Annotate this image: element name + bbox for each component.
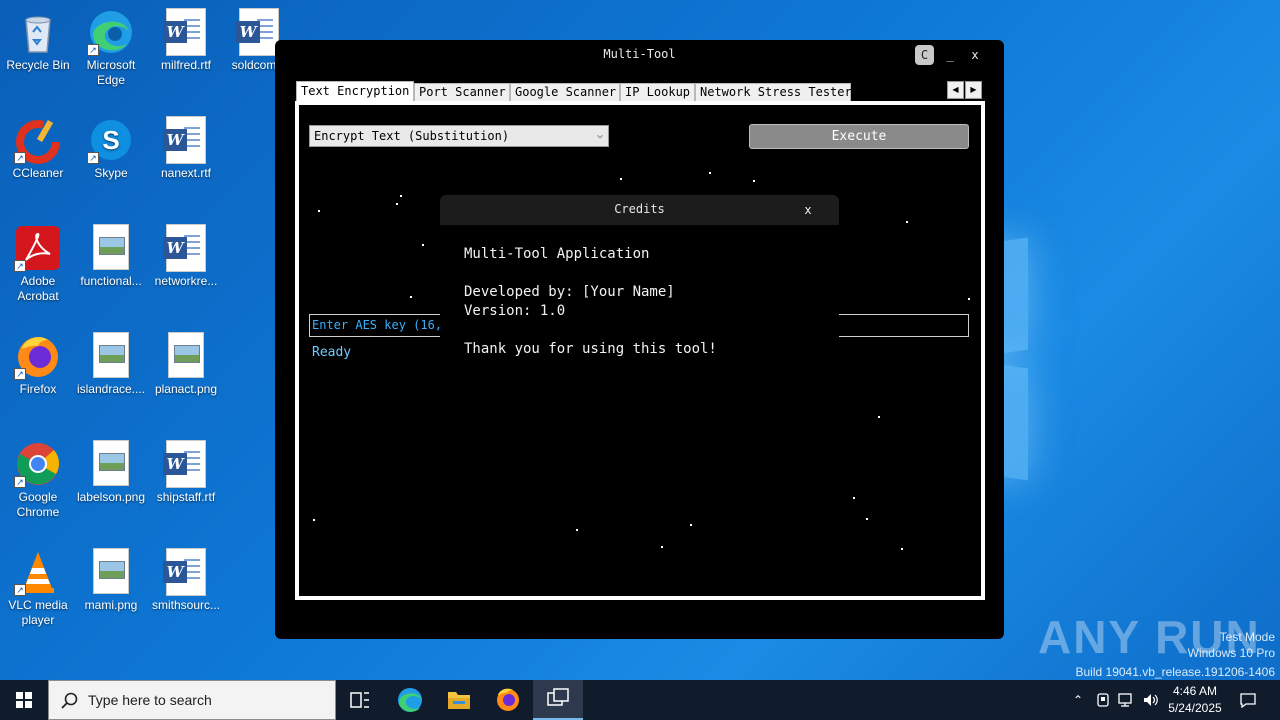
desktop-icon-planact-png[interactable]: planact.png [148, 332, 224, 397]
word-document-icon: W [163, 224, 206, 272]
start-button[interactable] [0, 680, 48, 720]
desktop-icon-labelson-png[interactable]: labelson.png [73, 440, 149, 505]
word-document-icon: W [163, 116, 206, 164]
close-button[interactable]: x [965, 45, 985, 65]
credits-thanks: Thank you for using this tool! [464, 341, 717, 357]
tab-google-scanner[interactable]: Google Scanner [510, 83, 620, 102]
app-window-icon [547, 688, 569, 706]
svg-text:S: S [102, 125, 119, 155]
tab-scroll-right-icon[interactable]: ▶ [965, 81, 982, 99]
execute-button[interactable]: Execute [749, 124, 969, 149]
taskbar-firefox-button[interactable] [484, 680, 532, 720]
tab-scroll-left-icon[interactable]: ◀ [947, 81, 964, 99]
tab-port-scanner[interactable]: Port Scanner [414, 83, 510, 102]
window-c-button[interactable]: C [915, 45, 934, 65]
desktop-icon-mami-png[interactable]: mami.png [73, 548, 149, 613]
desktop-icon-islandrace[interactable]: islandrace.... [73, 332, 149, 397]
word-document-icon: W [236, 8, 279, 56]
window-title: Multi-Tool [603, 47, 676, 61]
taskbar: Type here to search ⌃ 4:46 AM 5/24/2025 [0, 680, 1280, 720]
task-view-button[interactable] [336, 680, 384, 720]
taskbar-multi-tool-button[interactable] [533, 680, 583, 720]
shortcut-arrow-icon: ↗ [87, 44, 99, 56]
image-file-icon [93, 332, 129, 378]
search-icon [61, 692, 78, 709]
volume-icon[interactable] [1140, 680, 1162, 720]
desktop-icon-networkre[interactable]: W networkre... [148, 224, 224, 289]
tab-network-stress-tester[interactable]: Network Stress Tester [695, 83, 852, 102]
clock-date: 5/24/2025 [1168, 701, 1222, 715]
tray-overflow-chevron-icon[interactable]: ⌃ [1068, 680, 1088, 720]
folder-icon [448, 692, 470, 709]
tab-text-encryption[interactable]: Text Encryption [296, 81, 414, 103]
word-document-icon: W [163, 440, 206, 488]
firefox-icon [497, 688, 519, 711]
search-placeholder: Type here to search [88, 692, 212, 708]
desktop-icon-adobe-acrobat[interactable]: ↗ Adobe Acrobat [0, 224, 76, 304]
image-file-icon [168, 332, 204, 378]
credits-close-button[interactable]: x [800, 200, 816, 220]
tray-device-icon[interactable] [1093, 680, 1113, 720]
desktop-icon-nanext-rtf[interactable]: W nanext.rtf [148, 116, 224, 181]
build-label: Build 19041.vb_release.191206-1406 [1075, 665, 1276, 679]
desktop-icon-firefox[interactable]: ↗ Firefox [0, 332, 76, 397]
taskbar-edge-button[interactable] [386, 680, 434, 720]
desktop-icon-shipstaff-rtf[interactable]: W shipstaff.rtf [148, 440, 224, 505]
encryption-mode-value: Encrypt Text (Substitution) [314, 129, 510, 143]
vlc-cone-icon: ↗ [14, 548, 62, 596]
desktop-icon-smithsourc[interactable]: W smithsourc... [148, 548, 224, 613]
desktop-icon-milfred-rtf[interactable]: W milfred.rtf [148, 8, 224, 73]
chrome-icon: ↗ [14, 440, 62, 488]
taskbar-clock[interactable]: 4:46 AM 5/24/2025 [1160, 683, 1230, 717]
test-mode-label: Test Mode [1219, 630, 1275, 644]
notification-center-icon[interactable] [1234, 680, 1262, 720]
clock-time: 4:46 AM [1172, 684, 1218, 698]
credits-app-name: Multi-Tool Application [464, 246, 650, 262]
encryption-mode-select[interactable]: Encrypt Text (Substitution) ⌵ [309, 125, 609, 147]
chevron-down-icon: ⌵ [596, 130, 603, 141]
word-document-icon: W [163, 548, 206, 596]
tab-ip-lookup[interactable]: IP Lookup [620, 83, 695, 102]
taskbar-search-box[interactable]: Type here to search [48, 680, 336, 720]
edge-icon: ↗ [87, 8, 135, 56]
adobe-acrobat-icon: ↗ [14, 224, 62, 272]
minimize-button[interactable]: _ [941, 45, 959, 65]
image-file-icon [93, 548, 129, 594]
task-view-icon [350, 692, 369, 708]
desktop-icon-microsoft-edge[interactable]: ↗ Microsoft Edge [73, 8, 149, 88]
windows-start-icon [16, 692, 32, 708]
desktop-icon-recycle-bin[interactable]: Recycle Bin [0, 8, 76, 73]
ccleaner-icon: ↗ [14, 116, 62, 164]
windows-edition-label: Windows 10 Pro [1187, 646, 1275, 660]
desktop-icon-ccleaner[interactable]: ↗ CCleaner [0, 116, 76, 181]
word-document-icon: W [163, 8, 206, 56]
desktop-icon-vlc[interactable]: ↗ VLC media player [0, 548, 76, 628]
firefox-icon: ↗ [14, 332, 62, 380]
skype-icon: S ↗ [87, 116, 135, 164]
taskbar-file-explorer-button[interactable] [435, 680, 483, 720]
credits-developer: Developed by: [Your Name] [464, 284, 675, 300]
desktop-icon-skype[interactable]: S ↗ Skype [73, 116, 149, 181]
credits-dialog: Credits x Multi-Tool Application Develop… [440, 195, 839, 357]
edge-icon [398, 688, 422, 712]
image-file-icon [93, 224, 129, 270]
credits-title: Credits [440, 195, 839, 225]
desktop-icon-google-chrome[interactable]: ↗ Google Chrome [0, 440, 76, 520]
recycle-bin-icon [14, 8, 62, 56]
desktop-icon-functional[interactable]: functional... [73, 224, 149, 289]
image-file-icon [93, 440, 129, 486]
status-text: Ready [312, 345, 352, 360]
credits-version: Version: 1.0 [464, 303, 566, 319]
network-icon[interactable] [1116, 680, 1138, 720]
